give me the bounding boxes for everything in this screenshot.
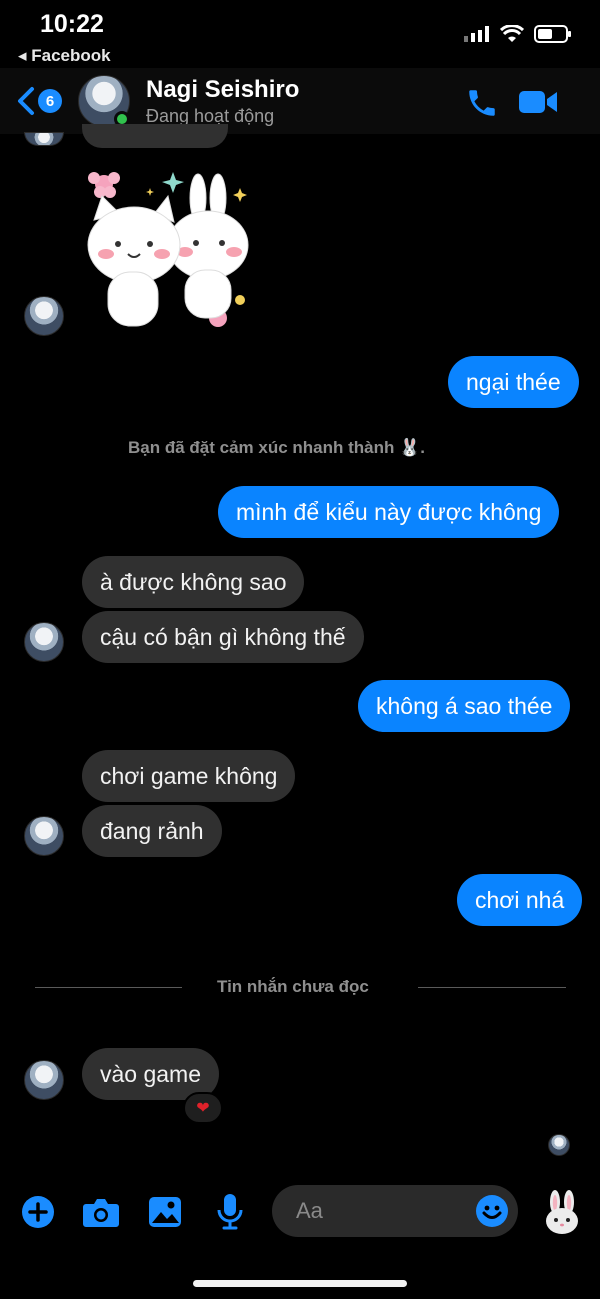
heart-reaction-icon[interactable]: ❤ bbox=[183, 1092, 223, 1124]
cat-figure bbox=[87, 194, 181, 327]
plus-icon[interactable] bbox=[21, 1195, 55, 1229]
unread-divider-label: Tin nhắn chưa đọc bbox=[217, 977, 369, 996]
camera-icon[interactable] bbox=[82, 1196, 120, 1228]
video-call-icon[interactable] bbox=[518, 88, 558, 116]
image-icon[interactable] bbox=[148, 1195, 182, 1229]
mic-icon[interactable] bbox=[216, 1193, 244, 1231]
back-button[interactable]: 6 bbox=[16, 86, 62, 116]
incoming-message[interactable]: đang rảnh bbox=[82, 805, 222, 857]
message-input-placeholder: Aa bbox=[296, 1198, 323, 1223]
seen-receipt-avatar bbox=[548, 1134, 570, 1156]
sender-avatar[interactable] bbox=[24, 816, 64, 856]
home-indicator bbox=[193, 1280, 407, 1287]
outgoing-message[interactable]: không á sao thée bbox=[358, 680, 571, 732]
outgoing-message[interactable]: ngại thée bbox=[448, 356, 579, 408]
status-icons bbox=[464, 24, 572, 44]
incoming-message[interactable]: à được không sao bbox=[82, 556, 305, 608]
sender-avatar[interactable] bbox=[24, 622, 64, 662]
bunny-quick-reaction-icon[interactable] bbox=[543, 1190, 581, 1234]
divider-left bbox=[35, 987, 182, 988]
incoming-message[interactable]: chơi game không bbox=[82, 750, 296, 802]
sender-avatar bbox=[24, 132, 64, 146]
sender-avatar[interactable] bbox=[24, 296, 64, 336]
cat-bunny-sticker[interactable] bbox=[80, 160, 260, 340]
system-notice: Bạn đã đặt cảm xúc nhanh thành 🐰. bbox=[128, 438, 425, 457]
signal-icon bbox=[464, 26, 489, 42]
clipped-previous-bubble bbox=[82, 124, 228, 148]
status-time: 10:22 bbox=[40, 10, 104, 38]
unread-count-badge: 6 bbox=[38, 89, 62, 113]
back-to-facebook-link[interactable]: ◂ Facebook bbox=[18, 46, 111, 66]
sender-avatar[interactable] bbox=[24, 1060, 64, 1100]
outgoing-message[interactable]: chơi nhá bbox=[457, 874, 583, 926]
divider-right bbox=[418, 987, 566, 988]
emoji-icon[interactable] bbox=[475, 1194, 509, 1228]
incoming-message[interactable]: cậu có bận gì không thế bbox=[82, 611, 364, 663]
phone-icon[interactable] bbox=[465, 86, 499, 120]
chevron-left-icon bbox=[18, 87, 34, 115]
contact-name[interactable]: Nagi Seishiro bbox=[146, 76, 299, 104]
battery-icon bbox=[534, 25, 571, 43]
outgoing-message[interactable]: mình để kiểu này được không bbox=[218, 486, 560, 538]
wifi-icon bbox=[500, 25, 524, 42]
